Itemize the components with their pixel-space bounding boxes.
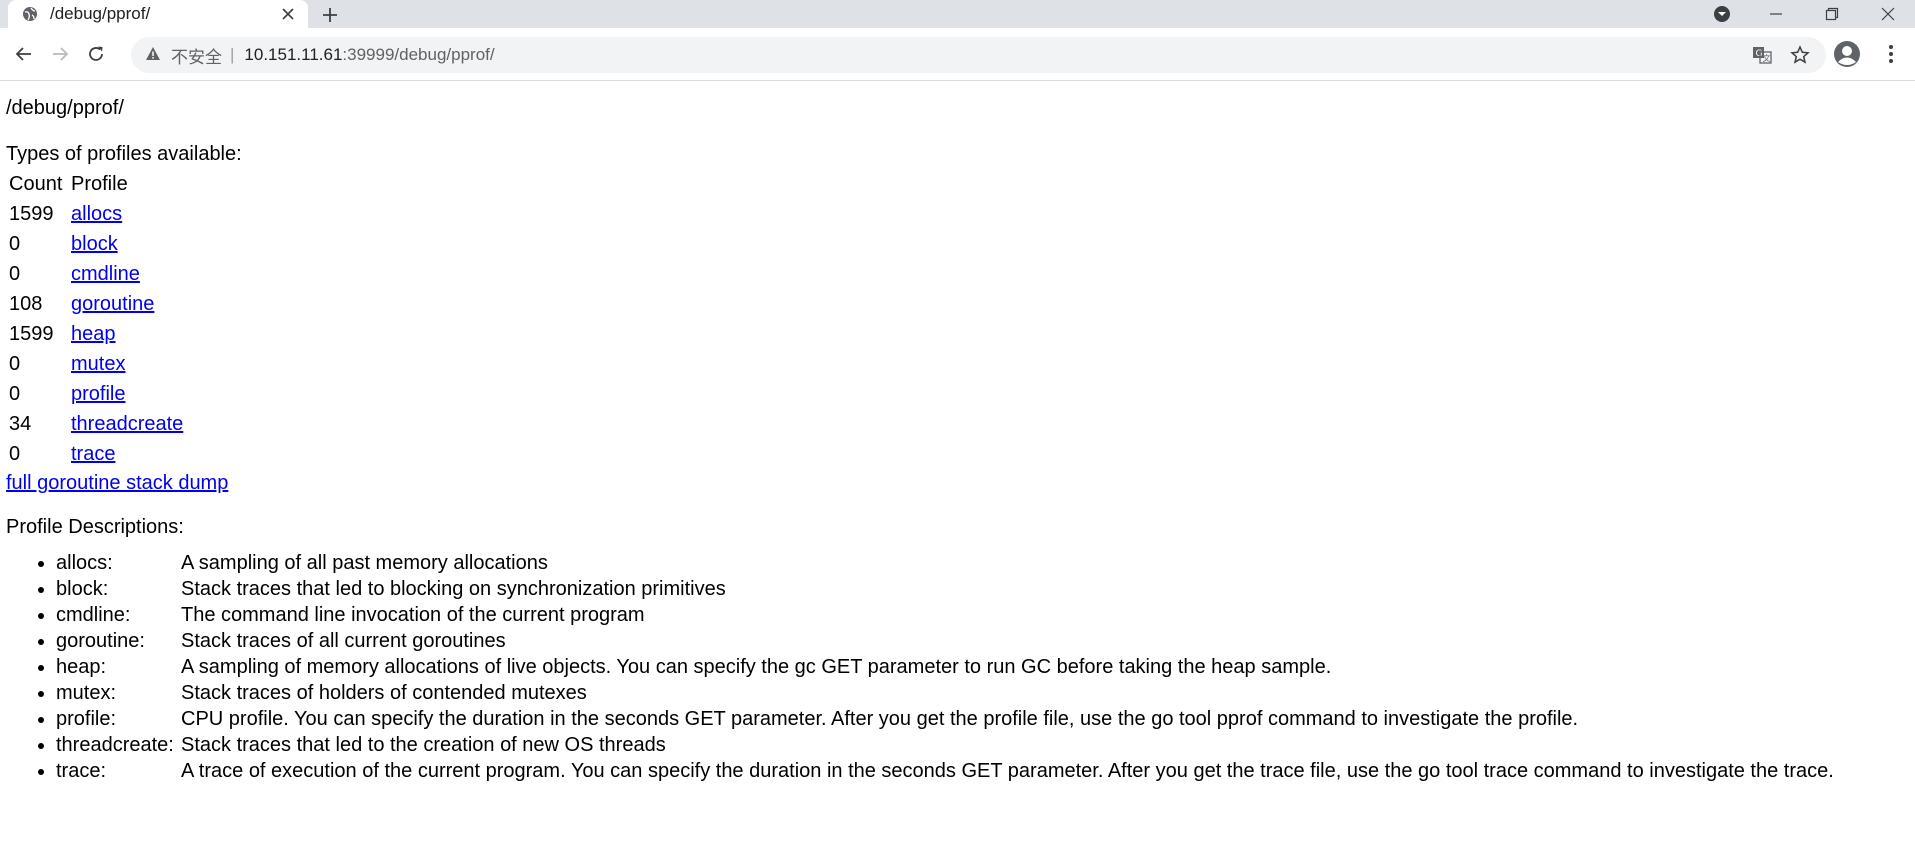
globe-icon bbox=[22, 6, 38, 22]
description-text: A trace of execution of the current prog… bbox=[181, 760, 1834, 782]
descriptions-list: allocs: A sampling of all past memory all… bbox=[6, 550, 1909, 784]
restore-button[interactable] bbox=[1809, 0, 1855, 28]
description-text: The command line invocation of the curre… bbox=[181, 604, 645, 626]
list-item: trace: A trace of execution of the curren… bbox=[56, 758, 1909, 784]
profile-link-profile[interactable]: profile bbox=[71, 383, 125, 405]
more-menu-icon[interactable] bbox=[1877, 40, 1905, 68]
profile-count: 1599 bbox=[9, 323, 54, 345]
forward-button[interactable] bbox=[46, 40, 74, 68]
profile-count: 108 bbox=[9, 293, 43, 315]
table-row: 0 cmdline bbox=[8, 260, 184, 288]
reload-button[interactable] bbox=[82, 40, 110, 68]
profile-header: Profile bbox=[71, 173, 128, 195]
browser-tab[interactable]: /debug/pprof/ bbox=[8, 0, 308, 28]
svg-text:文: 文 bbox=[1763, 53, 1771, 63]
description-text: Stack traces that led to blocking on syn… bbox=[181, 578, 726, 600]
description-key: threadcreate: bbox=[56, 734, 174, 756]
security-status[interactable]: 不安全 bbox=[171, 43, 222, 68]
list-item: mutex: Stack traces of holders of contend… bbox=[56, 680, 1909, 706]
table-row: 34 threadcreate bbox=[8, 410, 184, 438]
profile-link-trace[interactable]: trace bbox=[71, 443, 115, 465]
minimize-button[interactable] bbox=[1753, 0, 1799, 28]
profiles-table: Count Profile 1599 allocs 0 block 0 cmdl… bbox=[6, 169, 186, 470]
list-item: threadcreate: Stack traces that led to th… bbox=[56, 732, 1909, 758]
table-row: 108 goroutine bbox=[8, 290, 184, 318]
svg-text:G: G bbox=[1756, 49, 1763, 59]
list-item: cmdline: The command line invocation of t… bbox=[56, 602, 1909, 628]
back-button[interactable] bbox=[10, 40, 38, 68]
address-bar[interactable]: 不安全 | 10.151.11.61 :39999/debug/pprof/ G… bbox=[131, 37, 1826, 73]
description-key: trace: bbox=[56, 760, 107, 782]
description-text: A sampling of memory allocations of live… bbox=[181, 656, 1332, 678]
table-row: 1599 heap bbox=[8, 320, 184, 348]
arrow-left-icon bbox=[15, 47, 31, 61]
profile-count: 34 bbox=[9, 413, 32, 435]
description-text: A sampling of all past memory allocation… bbox=[181, 552, 548, 574]
profile-link-cmdline[interactable]: cmdline bbox=[71, 263, 140, 285]
minimize-icon bbox=[1770, 13, 1782, 15]
table-row: 0 block bbox=[8, 230, 184, 258]
window-close-button[interactable] bbox=[1865, 0, 1911, 28]
new-tab-button[interactable] bbox=[318, 3, 342, 27]
table-row: 1599 allocs bbox=[8, 200, 184, 228]
warning-icon[interactable] bbox=[145, 46, 163, 64]
table-row: 0 trace bbox=[8, 440, 184, 468]
browser-toolbar: 不安全 | 10.151.11.61 :39999/debug/pprof/ G… bbox=[0, 28, 1915, 81]
profile-count: 0 bbox=[9, 233, 21, 255]
description-text: Stack traces of all current goroutines bbox=[181, 630, 506, 652]
description-key: cmdline: bbox=[56, 604, 131, 626]
url-separator: | bbox=[230, 45, 235, 64]
description-text: CPU profile. You can specify the duratio… bbox=[181, 708, 1579, 730]
arrow-right-icon bbox=[53, 47, 69, 61]
description-text: Stack traces of holders of contended mut… bbox=[181, 682, 587, 704]
page-title: /debug/pprof/ bbox=[6, 97, 124, 119]
count-header: Count bbox=[9, 173, 63, 195]
table-row: 0 mutex bbox=[8, 350, 184, 378]
profile-count: 1599 bbox=[9, 203, 54, 225]
profile-avatar-icon[interactable] bbox=[1833, 40, 1861, 68]
descriptions-label: Profile Descriptions: bbox=[6, 516, 184, 538]
description-key: allocs: bbox=[56, 552, 113, 574]
list-item: profile: CPU profile. You can specify the… bbox=[56, 706, 1909, 732]
description-text: Stack traces that led to the creation of… bbox=[181, 734, 666, 756]
description-key: heap: bbox=[56, 656, 107, 678]
description-key: block: bbox=[56, 578, 109, 600]
profile-link-goroutine[interactable]: goroutine bbox=[71, 293, 154, 315]
list-item: heap: A sampling of memory allocations of… bbox=[56, 654, 1909, 680]
profile-link-block[interactable]: block bbox=[71, 233, 118, 255]
chevron-down-circle-icon bbox=[1714, 6, 1730, 22]
table-header-row: Count Profile bbox=[8, 171, 184, 198]
reload-icon bbox=[89, 46, 103, 61]
page-content: /debug/pprof/ Types of profiles availabl… bbox=[0, 81, 1915, 784]
types-label: Types of profiles available: bbox=[6, 143, 242, 165]
list-item: allocs: A sampling of all past memory all… bbox=[56, 550, 1909, 576]
list-item: goroutine: Stack traces of all current go… bbox=[56, 628, 1909, 654]
profile-count: 0 bbox=[9, 263, 21, 285]
description-key: profile: bbox=[56, 708, 117, 730]
tab-search-button[interactable] bbox=[1699, 0, 1745, 28]
plus-icon bbox=[323, 8, 337, 22]
url-path: :39999/debug/pprof/ bbox=[342, 45, 495, 64]
star-icon[interactable] bbox=[1790, 45, 1810, 65]
description-key: goroutine: bbox=[56, 630, 145, 652]
profile-link-mutex[interactable]: mutex bbox=[71, 353, 125, 375]
restore-icon bbox=[1825, 7, 1839, 21]
profile-link-allocs[interactable]: allocs bbox=[71, 203, 122, 225]
profile-link-heap[interactable]: heap bbox=[71, 323, 116, 345]
description-key: mutex: bbox=[56, 682, 117, 704]
full-goroutine-dump-link[interactable]: full goroutine stack dump bbox=[6, 470, 228, 496]
close-icon bbox=[1881, 7, 1895, 21]
close-icon[interactable] bbox=[278, 4, 298, 24]
list-item: block: Stack traces that led to blocking … bbox=[56, 576, 1909, 602]
profile-count: 0 bbox=[9, 443, 21, 465]
table-row: 0 profile bbox=[8, 380, 184, 408]
browser-titlebar: /debug/pprof/ bbox=[0, 0, 1915, 28]
url-host: 10.151.11.61 bbox=[244, 45, 343, 64]
translate-icon[interactable]: G文 bbox=[1752, 45, 1772, 65]
profile-count: 0 bbox=[9, 353, 21, 375]
profile-link-threadcreate[interactable]: threadcreate bbox=[71, 413, 183, 435]
tab-title: /debug/pprof/ bbox=[50, 4, 151, 23]
profile-count: 0 bbox=[9, 383, 21, 405]
